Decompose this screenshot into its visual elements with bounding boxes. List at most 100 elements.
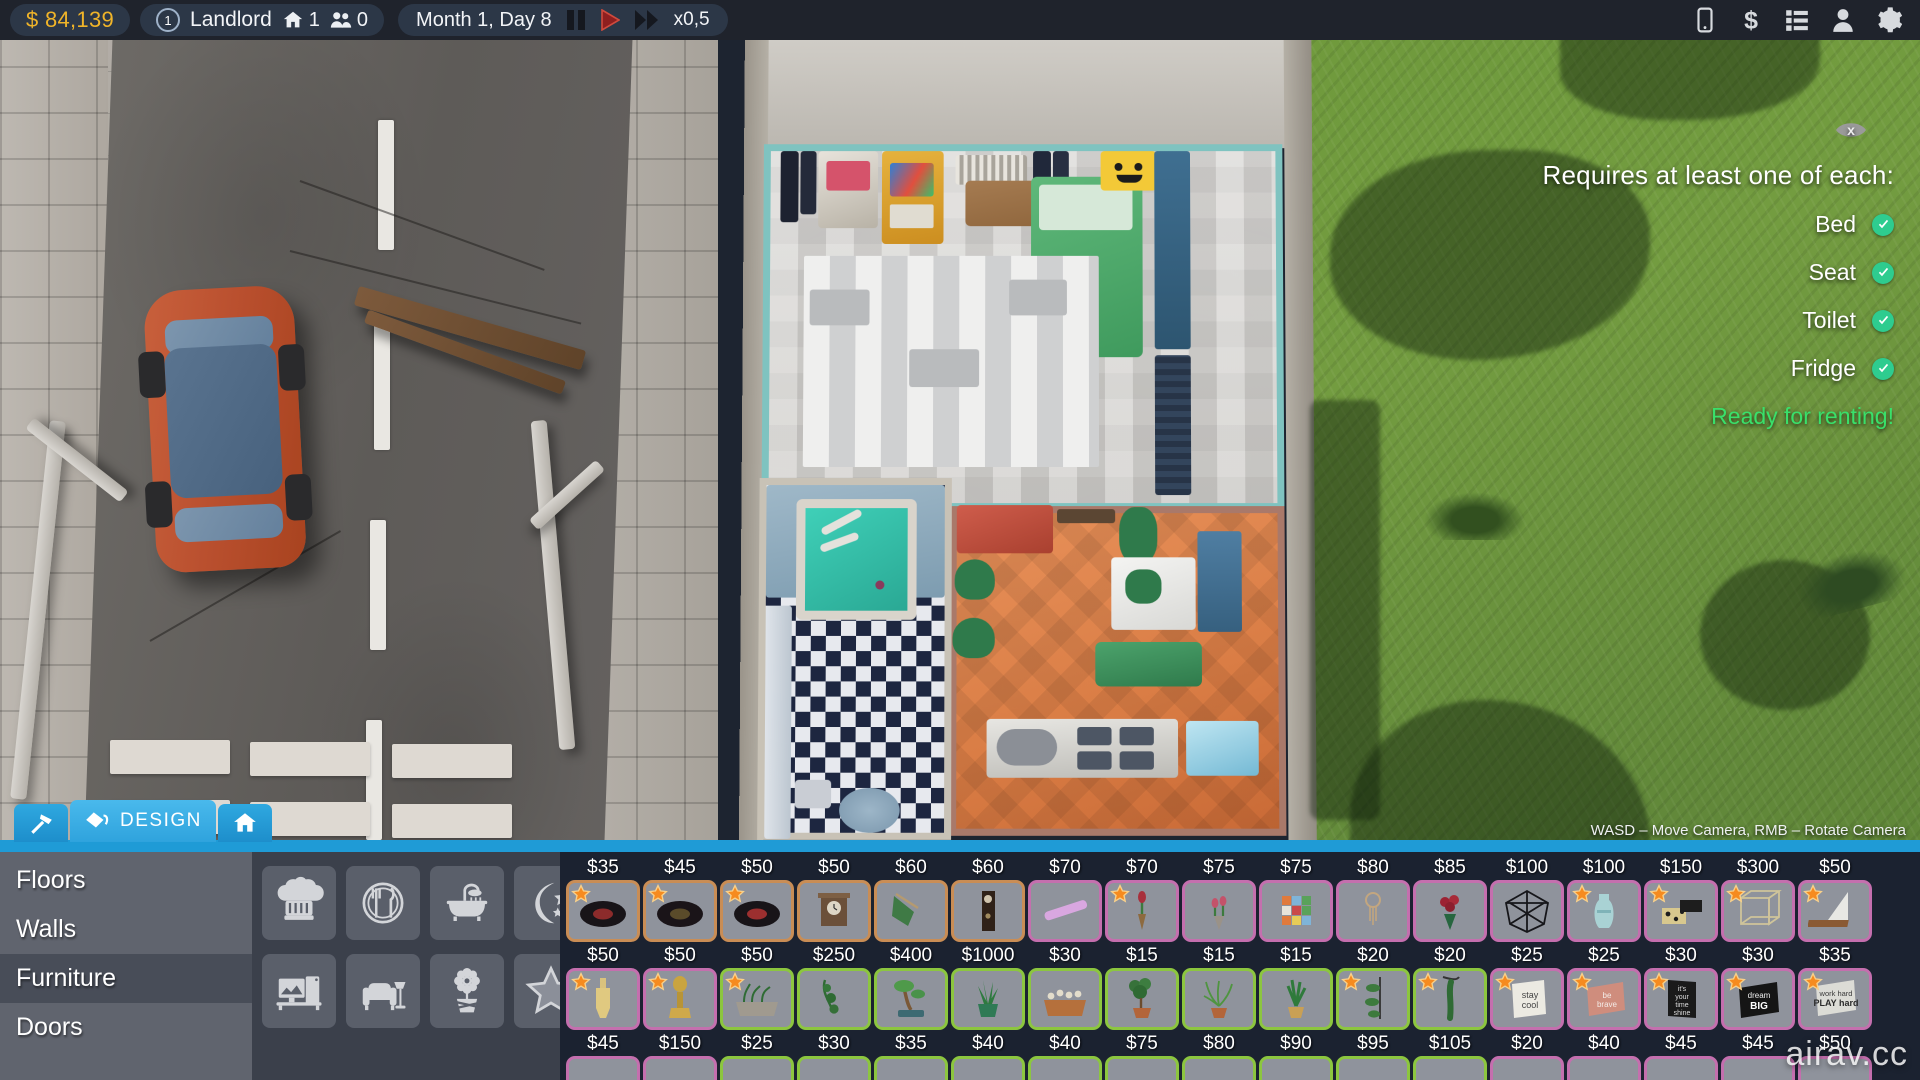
tab-design[interactable]: DESIGN <box>70 800 216 842</box>
requirement-row: Fridge <box>1514 355 1894 382</box>
item-button[interactable] <box>1798 1056 1872 1080</box>
grid-item: $20 <box>1413 944 1487 1030</box>
item-button[interactable] <box>951 1056 1025 1080</box>
item-price: $300 <box>1721 856 1795 880</box>
item-button[interactable] <box>720 968 794 1030</box>
item-price: $80 <box>1182 1032 1256 1056</box>
item-button[interactable] <box>643 968 717 1030</box>
tab-house[interactable] <box>218 804 272 842</box>
item-button[interactable] <box>1490 1056 1564 1080</box>
tab-build[interactable] <box>14 804 68 842</box>
subcat-living-room[interactable] <box>346 954 420 1028</box>
item-button[interactable] <box>1182 968 1256 1030</box>
grid-item: $20 <box>1490 1032 1564 1080</box>
item-button[interactable] <box>1259 968 1333 1030</box>
item-button[interactable] <box>874 968 948 1030</box>
item-button[interactable] <box>1721 880 1795 942</box>
star-icon <box>1341 972 1361 992</box>
phone-icon[interactable] <box>1692 7 1718 33</box>
item-button[interactable]: dream BIG <box>1721 968 1795 1030</box>
subcat-bathroom[interactable] <box>430 866 504 940</box>
tulip-pot-thumb <box>1192 886 1246 936</box>
item-button[interactable] <box>1028 968 1102 1030</box>
fast-forward-button[interactable] <box>634 9 660 31</box>
item-button[interactable] <box>1182 880 1256 942</box>
item-price: $80 <box>1336 856 1410 880</box>
grid-item: $50 <box>720 856 794 942</box>
item-button[interactable] <box>1182 1056 1256 1080</box>
item-button[interactable]: stay cool <box>1490 968 1564 1030</box>
item-price: $1000 <box>951 944 1025 968</box>
item-button[interactable] <box>1259 880 1333 942</box>
item-button[interactable] <box>1644 1056 1718 1080</box>
item-button[interactable] <box>874 1056 948 1080</box>
requirement-label: Fridge <box>1791 355 1856 382</box>
item-button[interactable] <box>1336 968 1410 1030</box>
item-button[interactable] <box>1413 880 1487 942</box>
item-button[interactable] <box>1259 1056 1333 1080</box>
item-button[interactable] <box>797 880 871 942</box>
item-button[interactable] <box>1336 880 1410 942</box>
spider-plant-thumb <box>1192 974 1246 1024</box>
item-button[interactable] <box>643 1056 717 1080</box>
sidebar-label: Walls <box>16 915 76 944</box>
item-button[interactable] <box>1567 880 1641 942</box>
item-button[interactable] <box>566 968 640 1030</box>
apartment-building[interactable] <box>739 24 1345 844</box>
item-button[interactable] <box>1028 1056 1102 1080</box>
item-button[interactable] <box>1105 880 1179 942</box>
item-button[interactable] <box>1567 1056 1641 1080</box>
item-button[interactable] <box>874 880 948 942</box>
item-price: $50 <box>720 944 794 968</box>
sidebar-item-furniture[interactable]: Furniture <box>0 954 252 1003</box>
item-button[interactable] <box>951 968 1025 1030</box>
game-screen: $ 84,139 1 Landlord 1 0 Month 1, Day 8 x… <box>0 0 1920 1080</box>
play-button[interactable] <box>600 9 620 31</box>
sidebar-item-walls[interactable]: Walls <box>0 905 252 954</box>
item-button[interactable] <box>1644 880 1718 942</box>
list-icon[interactable] <box>1784 7 1810 33</box>
star-icon <box>1803 884 1823 904</box>
item-button[interactable] <box>643 880 717 942</box>
item-button[interactable] <box>1798 880 1872 942</box>
grid-item: $70 <box>1028 856 1102 942</box>
pause-button[interactable] <box>566 9 586 31</box>
item-button[interactable] <box>951 880 1025 942</box>
subcat-office[interactable] <box>262 954 336 1028</box>
grid-item: $30 it's your time shine <box>1644 944 1718 1030</box>
item-button[interactable] <box>1336 1056 1410 1080</box>
subcat-kitchen[interactable] <box>262 866 336 940</box>
close-icon[interactable]: x <box>1834 118 1868 142</box>
item-button[interactable] <box>1105 968 1179 1030</box>
item-button[interactable] <box>1105 1056 1179 1080</box>
item-button[interactable]: be brave <box>1567 968 1641 1030</box>
player-pill[interactable]: 1 Landlord 1 0 <box>140 4 384 36</box>
item-grid[interactable]: $35 $45 $50 $50 $60 $60 $70 $70 $75 $75 … <box>560 852 1920 1080</box>
item-button[interactable] <box>720 880 794 942</box>
item-button[interactable]: it's your time shine <box>1644 968 1718 1030</box>
item-price: $50 <box>643 944 717 968</box>
item-price: $15 <box>1182 944 1256 968</box>
item-button[interactable] <box>797 1056 871 1080</box>
item-button[interactable]: work hard PLAY hard <box>1798 968 1872 1030</box>
star-icon <box>1418 972 1438 992</box>
person-icon[interactable] <box>1830 7 1856 33</box>
item-button[interactable] <box>720 1056 794 1080</box>
item-button[interactable] <box>1413 1056 1487 1080</box>
item-button[interactable] <box>1028 880 1102 942</box>
item-button[interactable] <box>566 880 640 942</box>
gear-icon[interactable] <box>1876 7 1902 33</box>
dollar-icon[interactable]: $ <box>1738 7 1764 33</box>
sidebar-item-floors[interactable]: Floors <box>0 856 252 905</box>
item-button[interactable] <box>1721 1056 1795 1080</box>
item-button[interactable] <box>1490 880 1564 942</box>
requirement-row: Bed <box>1514 211 1894 238</box>
item-button[interactable] <box>797 968 871 1030</box>
subcat-decorations[interactable] <box>430 954 504 1028</box>
item-button[interactable] <box>566 1056 640 1080</box>
subcat-dining[interactable] <box>346 866 420 940</box>
check-icon <box>1872 214 1894 236</box>
sidebar-item-doors[interactable]: Doors <box>0 1003 252 1052</box>
item-button[interactable] <box>1413 968 1487 1030</box>
item-price: $30 <box>1644 944 1718 968</box>
